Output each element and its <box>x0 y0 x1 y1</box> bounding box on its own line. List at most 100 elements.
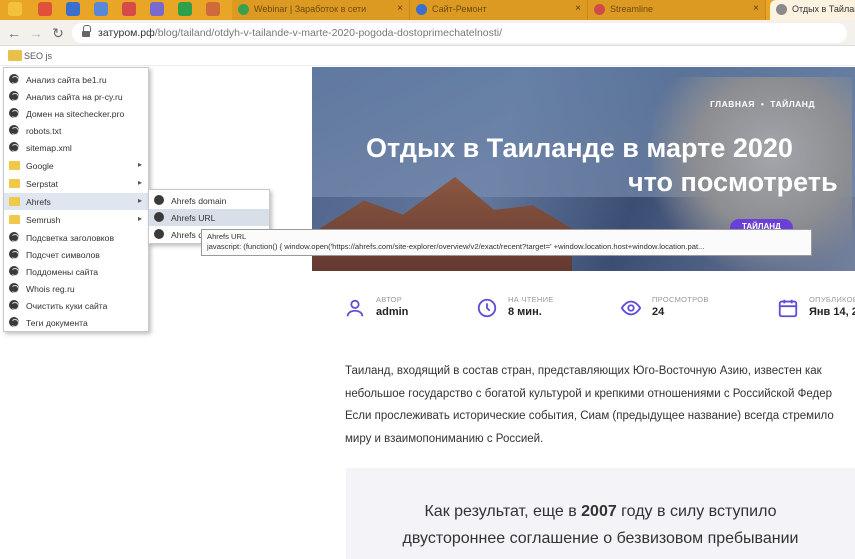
meta-reading-time: НА ЧТЕНИЕ 8 мин. <box>476 295 586 329</box>
menu-item[interactable]: Подсчет символов <box>4 246 148 263</box>
globe-icon <box>9 125 19 135</box>
close-icon[interactable]: × <box>575 3 581 14</box>
breadcrumb: ГЛАВНАЯ • ТАЙЛАНД <box>710 99 815 109</box>
menu-item[interactable]: Анализ сайта на pr-cy.ru <box>4 88 148 105</box>
close-icon[interactable]: × <box>397 3 403 14</box>
browser-toolbar: ← → ↻ затуром.рф/blog/tailand/otdyh-v-ta… <box>0 20 855 46</box>
app-icon-6[interactable] <box>150 2 164 16</box>
globe-icon <box>154 195 164 205</box>
menu-folder-semrush[interactable]: Semrush ▸ <box>4 211 148 228</box>
tab-favicon-icon <box>238 4 249 15</box>
menu-folder-serpstat[interactable]: Serpstat ▸ <box>4 175 148 192</box>
submenu-item-ahrefs-url[interactable]: Ahrefs URL <box>149 209 269 226</box>
tab-title: Streamline <box>610 4 654 14</box>
lock-icon <box>82 25 91 37</box>
menu-item[interactable]: sitemap.xml <box>4 139 148 156</box>
menu-item[interactable]: Поддомены сайта <box>4 263 148 280</box>
globe-icon <box>9 317 19 327</box>
chevron-right-icon: ▸ <box>137 178 142 187</box>
menu-item[interactable]: Анализ сайта be1.ru <box>4 71 148 88</box>
browser-tab-active[interactable]: Отдых в Тайланде <box>770 0 855 20</box>
meta-label: ОПУБЛИКОВАНО <box>809 295 855 304</box>
meta-author: АВТОР admin <box>344 295 454 329</box>
meta-value: 8 мин. <box>508 306 542 318</box>
bookmarks-bar: SEO js <box>0 46 855 66</box>
menu-folder-google[interactable]: Google ▸ <box>4 157 148 174</box>
menu-folder-ahrefs[interactable]: Ahrefs ▸ <box>4 193 148 210</box>
article-paragraph: Таиланд, входящий в состав стран, предст… <box>345 360 855 450</box>
url-text: затуром.рф/blog/tailand/otdyh-v-tailande… <box>98 27 503 39</box>
app-icon-7[interactable] <box>178 2 192 16</box>
paragraph-line: миру и взаимопониманию с Россией. <box>345 432 544 445</box>
quote-line2: двустороннее соглашение о безвизовом пре… <box>402 530 799 547</box>
breadcrumb-current[interactable]: ТАЙЛАНД <box>770 99 815 109</box>
menu-item[interactable]: Очистить куки сайта <box>4 297 148 314</box>
browser-tab[interactable]: Сайт-Ремонт × <box>410 0 588 20</box>
quote-line1: Как результат, еще в 2007 году в силу вс… <box>424 503 777 520</box>
tooltip-title: Ahrefs URL <box>207 232 247 241</box>
chevron-right-icon: ▸ <box>137 214 142 223</box>
submenu-item-ahrefs-domain[interactable]: Ahrefs domain <box>149 192 269 209</box>
meta-value: 24 <box>652 306 665 318</box>
menu-item[interactable]: robots.txt <box>4 122 148 139</box>
tab-favicon-icon <box>776 4 787 15</box>
meta-value: Янв 14, 2 <box>809 306 855 318</box>
menu-item[interactable]: Whois reg.ru <box>4 280 148 297</box>
tab-favicon-icon <box>594 4 605 15</box>
quote-text: Как результат, еще в 2007 году в силу вс… <box>346 498 855 552</box>
forward-icon[interactable]: → <box>26 23 46 43</box>
address-bar[interactable]: затуром.рф/blog/tailand/otdyh-v-tailande… <box>72 23 847 43</box>
user-icon <box>346 299 364 317</box>
browser-tab[interactable]: Webinar | Заработок в сети × <box>232 0 410 20</box>
globe-icon <box>9 91 19 101</box>
globe-icon <box>9 249 19 259</box>
page-title: Отдых в Таиланде в марте 2020 что посмот… <box>366 131 855 199</box>
eye-icon <box>620 300 642 316</box>
app-icon-1[interactable] <box>8 2 22 16</box>
folder-icon <box>9 161 20 170</box>
tab-title: Отдых в Тайланде <box>792 4 855 14</box>
meta-views: ПРОСМОТРОВ 24 <box>620 295 730 329</box>
globe-icon <box>9 108 19 118</box>
menu-item[interactable]: Подсветка заголовков <box>4 229 148 246</box>
app-icon-4[interactable] <box>94 2 108 16</box>
page-title-line2: что посмотреть <box>628 167 838 197</box>
chevron-right-icon: ▸ <box>137 196 142 205</box>
folder-icon <box>9 179 20 188</box>
paragraph-line: небольшое государство с богатой культуро… <box>345 387 832 400</box>
tab-favicon-icon <box>416 4 427 15</box>
meta-published: ОПУБЛИКОВАНО Янв 14, 2 <box>777 295 855 329</box>
menu-item[interactable]: Домен на sitechecker.pro <box>4 105 148 122</box>
tab-title: Сайт-Ремонт <box>432 4 487 14</box>
globe-icon <box>9 232 19 242</box>
back-icon[interactable]: ← <box>4 23 24 43</box>
app-icon-2[interactable] <box>38 2 52 16</box>
bookmark-folder-seo[interactable]: SEO js <box>24 51 52 61</box>
globe-icon <box>9 74 19 84</box>
paragraph-line: Таиланд, входящий в состав стран, предст… <box>345 365 822 377</box>
tooltip-url: javascript: (function() { window.open('h… <box>207 242 705 251</box>
meta-label: АВТОР <box>376 295 403 304</box>
globe-icon <box>9 142 19 152</box>
tab-strip: Webinar | Заработок в сети × Сайт-Ремонт… <box>0 0 855 20</box>
chevron-right-icon: ▸ <box>137 160 142 169</box>
reload-icon[interactable]: ↻ <box>48 23 68 43</box>
globe-icon <box>9 266 19 276</box>
globe-icon <box>154 229 164 239</box>
bookmark-folder-menu: Анализ сайта be1.ru Анализ сайта на pr-c… <box>3 67 149 332</box>
folder-icon <box>9 197 20 206</box>
browser-tab[interactable]: Streamline × <box>588 0 766 20</box>
breadcrumb-home[interactable]: ГЛАВНАЯ <box>710 99 755 109</box>
meta-label: НА ЧТЕНИЕ <box>508 295 554 304</box>
breadcrumb-separator: • <box>760 99 765 109</box>
bookmark-tooltip: Ahrefs URL javascript: (function() { win… <box>201 229 812 256</box>
app-icon-3[interactable] <box>66 2 80 16</box>
app-icon-8[interactable] <box>206 2 220 16</box>
app-icon-5[interactable] <box>122 2 136 16</box>
clock-icon <box>477 298 497 318</box>
globe-icon <box>154 212 164 222</box>
close-icon[interactable]: × <box>753 3 759 14</box>
menu-item[interactable]: Теги документа <box>4 314 148 331</box>
quote-year: 2007 <box>581 503 617 520</box>
globe-icon <box>9 283 19 293</box>
